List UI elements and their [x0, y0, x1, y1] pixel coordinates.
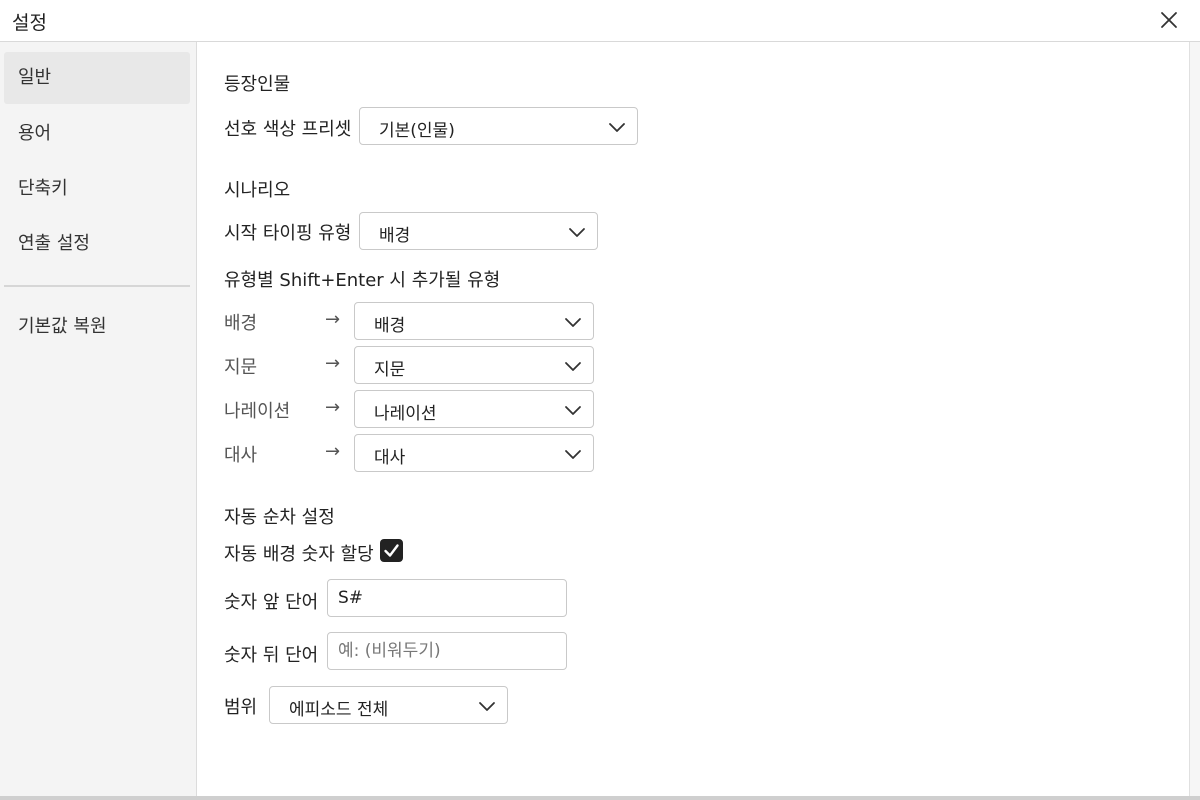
start-typing-value: 배경: [379, 226, 411, 246]
sidebar-item-terms[interactable]: 용어: [4, 108, 190, 160]
mapping-to-value: 대사: [374, 448, 406, 468]
sidebar-item-direction[interactable]: 연출 설정: [4, 218, 190, 270]
auto-number-label: 자동 배경 숫자 할당: [224, 544, 374, 565]
start-typing-label: 시작 타이핑 유형: [224, 223, 352, 244]
scope-select[interactable]: 에피소드 전체: [269, 686, 508, 724]
arrow-icon: →: [325, 397, 341, 418]
title-bar: 설정: [0, 0, 1200, 42]
suffix-input[interactable]: [327, 632, 567, 670]
scenario-section-title: 시나리오: [224, 180, 291, 201]
mapping-select-narration[interactable]: 나레이션: [354, 390, 594, 428]
arrow-icon: →: [325, 441, 341, 462]
auto-numbering-section-title: 자동 순차 설정: [224, 507, 335, 528]
prefix-input[interactable]: [327, 579, 567, 617]
color-preset-label: 선호 색상 프리셋: [224, 119, 352, 140]
characters-section-title: 등장인물: [224, 74, 291, 95]
color-preset-value: 기본(인물): [379, 121, 455, 141]
mapping-from-label: 대사: [224, 445, 258, 466]
mapping-from-label: 배경: [224, 313, 258, 334]
mapping-select-direction[interactable]: 지문: [354, 346, 594, 384]
chevron-down-icon: [563, 444, 583, 464]
settings-sidebar: 일반 용어 단축키 연출 설정 기본값 복원: [0, 42, 197, 798]
sidebar-divider: [4, 285, 190, 287]
mapping-to-value: 배경: [374, 316, 406, 336]
close-button[interactable]: [1157, 8, 1181, 32]
window-bottom-edge: [0, 796, 1200, 800]
arrow-icon: →: [325, 353, 341, 374]
mapping-from-label: 나레이션: [224, 401, 291, 422]
chevron-down-icon: [567, 222, 587, 242]
scope-value: 에피소드 전체: [289, 700, 389, 720]
mapping-select-background[interactable]: 배경: [354, 302, 594, 340]
sidebar-item-shortcuts[interactable]: 단축키: [4, 163, 190, 215]
chevron-down-icon: [563, 400, 583, 420]
mapping-to-value: 지문: [374, 360, 406, 380]
close-icon: [1161, 12, 1177, 28]
chevron-down-icon: [607, 117, 627, 137]
mapping-to-value: 나레이션: [374, 404, 437, 424]
auto-number-checkbox[interactable]: [380, 539, 403, 562]
start-typing-select[interactable]: 배경: [359, 212, 598, 250]
chevron-down-icon: [563, 312, 583, 332]
window-title: 설정: [12, 12, 47, 34]
scope-label: 범위: [224, 697, 258, 718]
sidebar-item-general[interactable]: 일반: [4, 52, 190, 104]
window-edge: [1189, 42, 1200, 798]
mapping-from-label: 지문: [224, 357, 258, 378]
shift-enter-section-title: 유형별 Shift+Enter 시 추가될 유형: [224, 270, 501, 291]
chevron-down-icon: [477, 696, 497, 716]
color-preset-select[interactable]: 기본(인물): [359, 107, 638, 145]
check-icon: [384, 544, 399, 557]
mapping-select-dialogue[interactable]: 대사: [354, 434, 594, 472]
reset-defaults-button[interactable]: 기본값 복원: [4, 301, 190, 353]
suffix-label: 숫자 뒤 단어: [224, 645, 319, 666]
prefix-label: 숫자 앞 단어: [224, 592, 319, 613]
chevron-down-icon: [563, 356, 583, 376]
arrow-icon: →: [325, 309, 341, 330]
